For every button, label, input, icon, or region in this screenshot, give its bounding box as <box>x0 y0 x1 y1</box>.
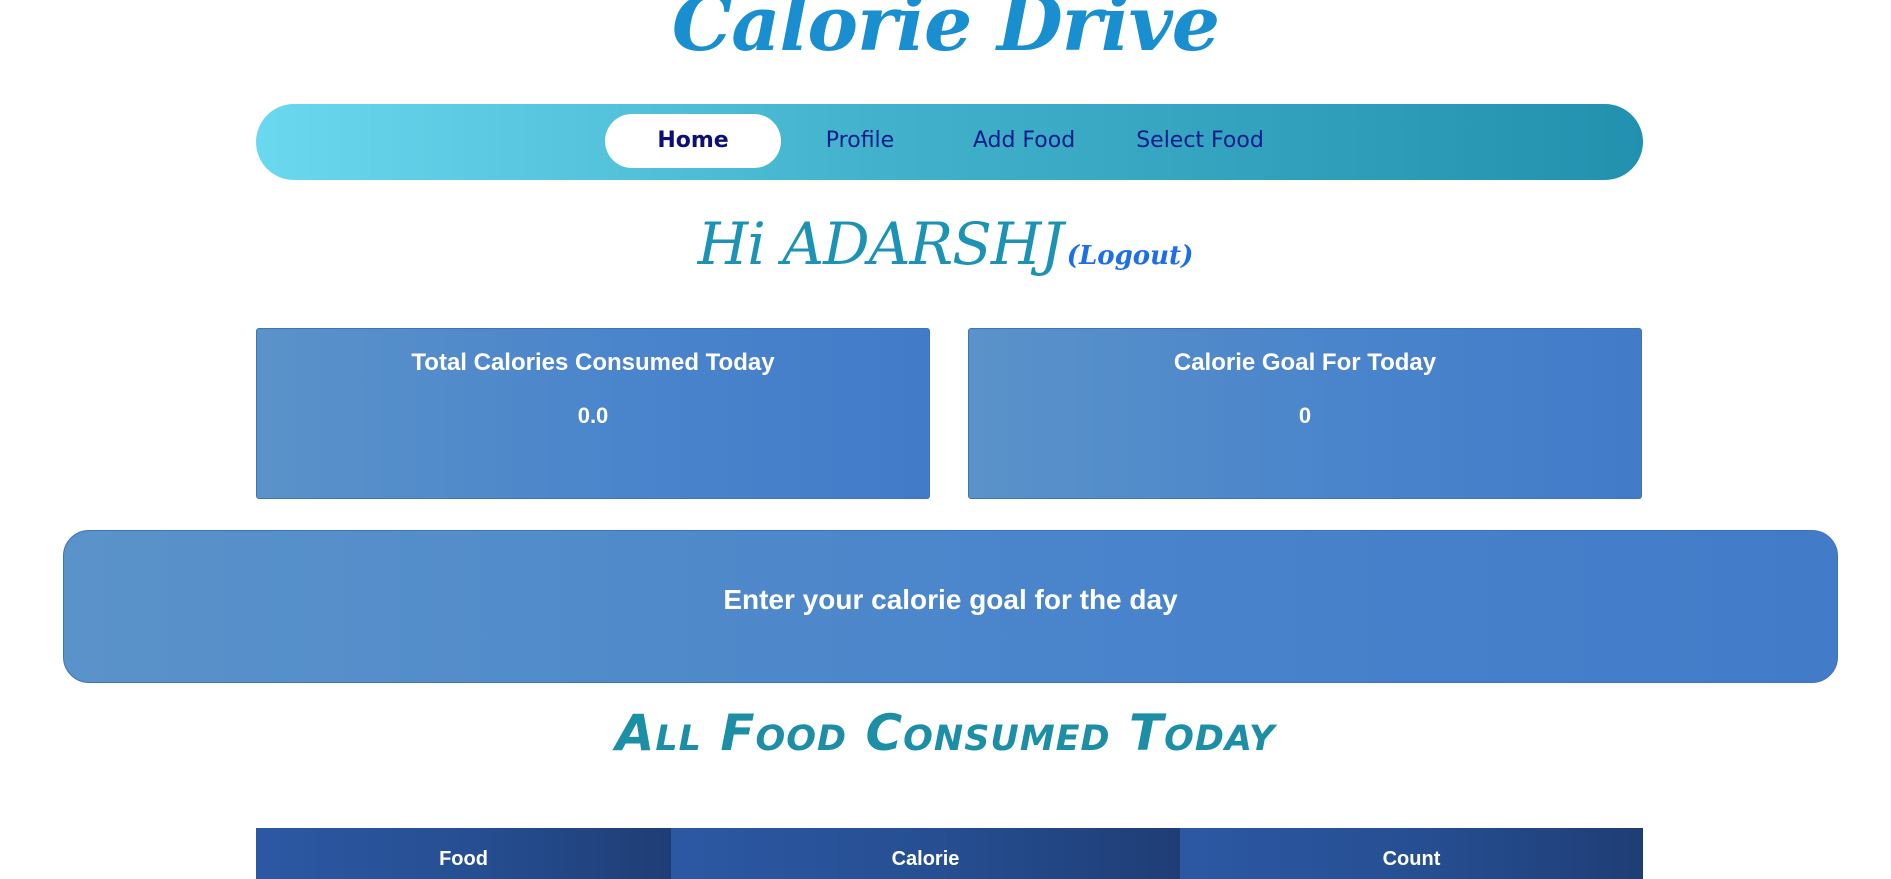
calorie-goal-card: Calorie Goal For Today 0 <box>968 328 1642 499</box>
calories-consumed-value: 0.0 <box>577 403 609 428</box>
calories-consumed-title: Total Calories Consumed Today <box>411 349 775 376</box>
calorie-goal-value: 0 <box>1298 403 1312 428</box>
main-navbar: Home Profile Add Food Select Food <box>256 104 1643 180</box>
calorie-goal-input-label: Enter your calorie goal for the day <box>723 584 1178 615</box>
calories-consumed-card: Total Calories Consumed Today 0.0 <box>256 328 930 499</box>
column-header-count[interactable]: Count <box>1180 828 1643 879</box>
nav-select-food[interactable]: Select Food <box>1116 114 1284 168</box>
app-title: Calorie Drive <box>671 0 1220 68</box>
food-section-title: All Food Consumed Today <box>615 704 1276 762</box>
nav-home[interactable]: Home <box>605 114 781 168</box>
calorie-goal-input-panel[interactable]: Enter your calorie goal for the day <box>63 530 1838 683</box>
greeting-text: Hi ADARSHJ <box>697 210 1064 278</box>
column-header-food[interactable]: Food <box>256 828 671 879</box>
food-table-header: Food Calorie Count <box>256 828 1643 879</box>
logout-link[interactable]: (Logout) <box>1067 241 1194 271</box>
column-header-calorie[interactable]: Calorie <box>671 828 1180 879</box>
page: Calorie Drive Home Profile Add Food Sele… <box>0 0 1891 879</box>
greeting: Hi ADARSHJ (Logout) <box>0 210 1891 278</box>
nav-add-food[interactable]: Add Food <box>948 114 1100 168</box>
nav-profile[interactable]: Profile <box>800 114 920 168</box>
calorie-goal-title: Calorie Goal For Today <box>1173 349 1437 376</box>
